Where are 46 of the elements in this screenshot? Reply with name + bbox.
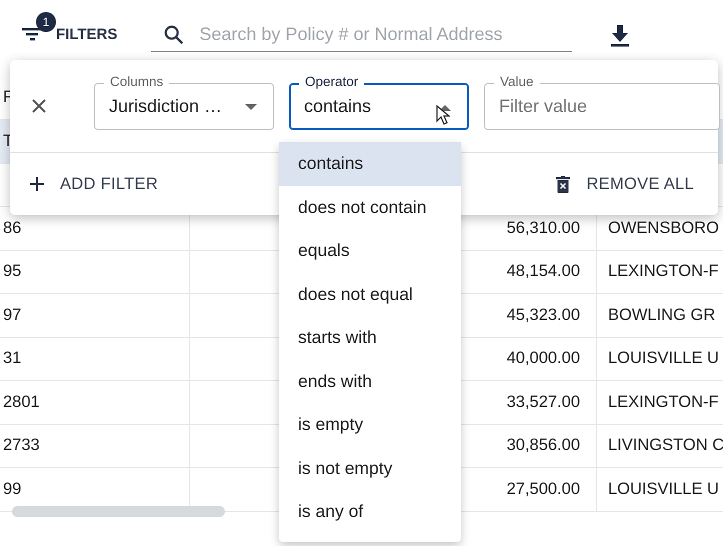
- menu-item[interactable]: does not contain: [279, 186, 461, 229]
- count-badge: 1: [36, 12, 56, 32]
- field-label: Columns: [104, 74, 170, 90]
- table-cell: 99: [3, 480, 22, 499]
- table-cell: 2801: [3, 392, 40, 412]
- mouse-pointer-icon: [436, 104, 450, 124]
- table-cell: 95: [3, 262, 22, 282]
- menu-item[interactable]: is empty: [279, 403, 461, 446]
- table-cell: 56,310.00: [506, 218, 580, 238]
- table-cell: 2733: [3, 436, 40, 456]
- table-cell: 86: [3, 218, 22, 238]
- table-cell: 97: [3, 306, 22, 325]
- field-label: Value: [494, 74, 540, 90]
- horizontal-scrollbar[interactable]: [12, 506, 225, 517]
- table-cell: BOWLING GR: [608, 306, 716, 325]
- menu-item[interactable]: is any of: [279, 490, 461, 534]
- table-cell: 30,856.00: [506, 436, 580, 456]
- table-cell: 48,154.00: [506, 262, 580, 282]
- table-cell: 45,323.00: [506, 306, 580, 325]
- menu-item[interactable]: contains: [279, 142, 461, 186]
- add-filter-button[interactable]: ADD FILTER: [26, 170, 162, 198]
- menu-item[interactable]: is not empty: [279, 446, 461, 490]
- download-icon[interactable]: [610, 25, 630, 47]
- table-cell: LOUISVILLE U: [608, 349, 719, 368]
- trash-icon: [556, 176, 570, 192]
- table-cell: 31: [3, 349, 22, 368]
- menu-item[interactable]: does not equal: [279, 272, 461, 316]
- remove-all-button[interactable]: REMOVE ALL: [552, 170, 698, 198]
- select-value: Jurisdiction …: [109, 96, 222, 116]
- search-icon: [163, 24, 186, 46]
- table-cell: 27,500.00: [506, 480, 580, 499]
- menu-item[interactable]: ends with: [279, 360, 461, 403]
- select-value: contains: [304, 96, 372, 116]
- menu-item[interactable]: equals: [279, 229, 461, 272]
- table-cell: OWENSBORO: [608, 218, 719, 238]
- table-cell: 40,000.00: [506, 349, 580, 368]
- caret-icon: [245, 104, 257, 110]
- menu-item[interactable]: starts with: [279, 316, 461, 360]
- table-cell: LOUISVILLE U: [608, 480, 719, 499]
- table-cell: 33,527.00: [506, 392, 580, 412]
- table-cell: LEXINGTON-F: [608, 392, 719, 412]
- field-label: Operator: [299, 74, 364, 90]
- filter-icon: [22, 27, 42, 41]
- search-field[interactable]: Search by Policy # or Normal Address: [151, 18, 572, 52]
- table-cell: LEXINGTON-F: [608, 262, 719, 282]
- plus-icon: [30, 177, 44, 191]
